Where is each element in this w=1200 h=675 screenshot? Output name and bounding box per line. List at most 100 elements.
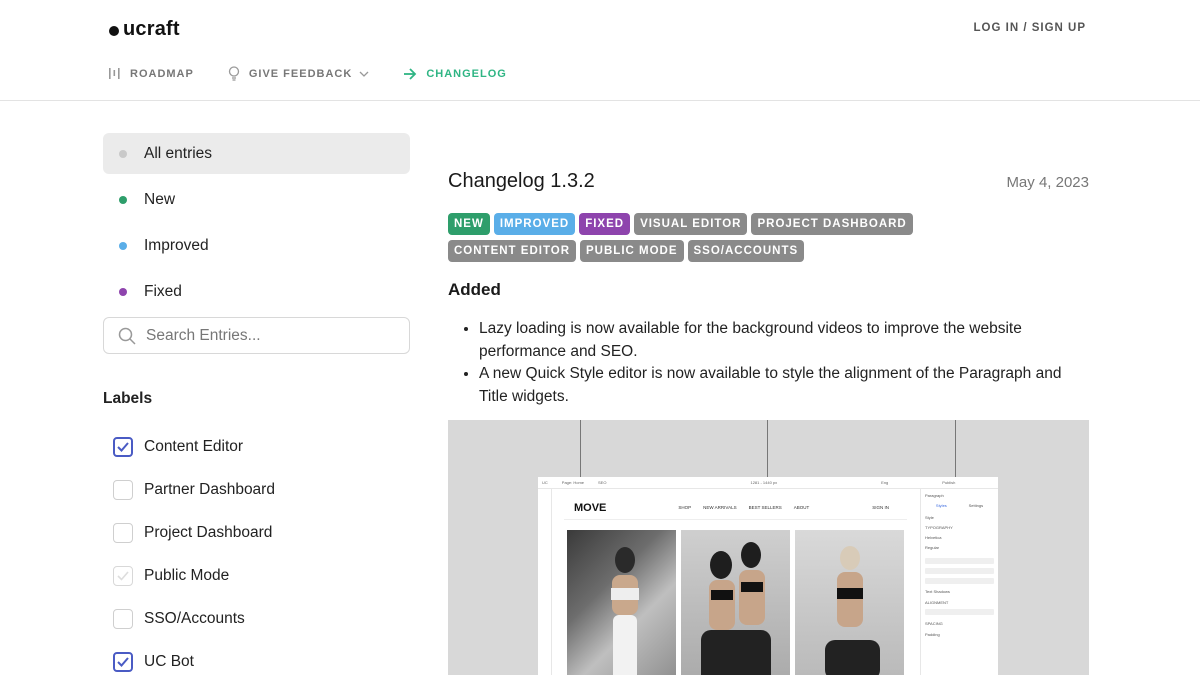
checkbox-unchecked[interactable]	[113, 522, 133, 543]
checkbox-unchecked[interactable]	[113, 479, 133, 500]
arrow-right-icon	[404, 67, 417, 80]
tag-project-dashboard: PROJECT DASHBOARD	[751, 213, 913, 235]
entry-date: May 4, 2023	[1006, 174, 1089, 191]
filter-label: All entries	[144, 144, 213, 162]
checkmark-hover-icon	[117, 570, 129, 581]
panel-tab: Styles	[935, 503, 947, 508]
label-text: SSO/Accounts	[144, 609, 245, 627]
ucraft-logo[interactable]: ucraft	[109, 18, 180, 41]
logo-text: ucraft	[123, 18, 180, 40]
filter-dot-icon	[119, 195, 127, 204]
login-signup-link[interactable]: LOG IN / SIGN UP	[974, 22, 1086, 34]
top-header: ucraft LOG IN / SIGN UP ROADMAP GIVE FEE…	[0, 0, 1200, 101]
editor-left-toolbar	[538, 489, 552, 675]
tag-sso-accounts: SSO/ACCOUNTS	[687, 240, 805, 262]
site-nav-item: ABOUT	[793, 505, 810, 510]
changelog-entry: Changelog 1.3.2 May 4, 2023 NEW IMPROVED…	[448, 170, 1089, 675]
tag-public-mode: PUBLIC MODE	[580, 240, 684, 262]
panel-tab: Settings	[968, 503, 984, 508]
preview-image: UC Page: Home SEO 1281 - 1440 px Eng Pub…	[448, 420, 1089, 675]
site-nav: SHOP NEW ARRIVALS BEST SELLERS ABOUT	[678, 505, 821, 510]
label-content-editor[interactable]: Content Editor	[103, 425, 410, 468]
bullet-item: A new Quick Style editor is now availabl…	[479, 363, 1089, 408]
product-photo	[681, 530, 790, 675]
label-text: Partner Dashboard	[144, 480, 275, 498]
site-nav-item: SHOP	[678, 505, 692, 510]
nav-give-feedback[interactable]: GIVE FEEDBACK	[228, 66, 369, 81]
search-input[interactable]	[146, 326, 386, 345]
lightbulb-icon	[228, 66, 239, 81]
hanger-line	[767, 420, 768, 477]
panel-row: Style	[925, 515, 934, 520]
label-partner-dashboard[interactable]: Partner Dashboard	[103, 468, 410, 511]
filter-label: New	[144, 190, 176, 208]
entry-title[interactable]: Changelog 1.3.2	[448, 170, 595, 193]
panel-row: SPACING	[925, 621, 943, 626]
section-heading: Added	[448, 280, 501, 299]
product-photo	[567, 530, 676, 675]
product-photo	[795, 530, 904, 675]
label-text: UC Bot	[144, 652, 194, 670]
hanger-line	[955, 420, 956, 477]
tag-content-editor: CONTENT EDITOR	[448, 240, 577, 262]
site-nav-item: BEST SELLERS	[748, 505, 782, 510]
search-box[interactable]	[103, 317, 410, 354]
topbar-item: UC	[542, 480, 548, 485]
panel-slider	[925, 558, 994, 564]
label-project-dashboard[interactable]: Project Dashboard	[103, 511, 410, 554]
filter-improved[interactable]: Improved	[103, 225, 410, 266]
label-text: Public Mode	[144, 566, 230, 584]
site-brand: MOVE	[574, 501, 607, 514]
nav-changelog[interactable]: CHANGELOG	[403, 68, 507, 80]
filter-new[interactable]: New	[103, 179, 410, 220]
checkmark-icon	[117, 441, 129, 452]
filter-dot-icon	[119, 149, 127, 158]
label-text: Content Editor	[144, 437, 244, 455]
search-icon	[118, 327, 136, 345]
nav-roadmap-label: ROADMAP	[130, 67, 194, 80]
panel-row: Helvetica	[925, 535, 942, 540]
filter-dot-icon	[119, 287, 127, 296]
tag-improved: IMPROVED	[493, 213, 576, 235]
label-uc-bot[interactable]: UC Bot	[103, 640, 410, 675]
bullet-item: Lazy loading is now available for the ba…	[479, 318, 1089, 363]
filter-label: Improved	[144, 236, 209, 254]
panel-row: ALIGNMENT	[925, 600, 949, 605]
tag-visual-editor: VISUAL EDITOR	[634, 213, 748, 235]
topbar-item: Publish	[942, 480, 956, 485]
label-text: Project Dashboard	[144, 523, 273, 541]
nav-roadmap[interactable]: ROADMAP	[108, 67, 194, 80]
panel-row: Text Shadows	[925, 589, 950, 594]
label-public-mode[interactable]: Public Mode	[103, 554, 410, 597]
logo-dot-icon	[109, 26, 119, 36]
panel-bar	[925, 568, 994, 574]
filter-label: Fixed	[144, 282, 182, 300]
panel-title: Paragraph	[925, 493, 944, 498]
roadmap-icon	[109, 68, 120, 79]
website-canvas: MOVE SHOP NEW ARRIVALS BEST SELLERS ABOU…	[564, 496, 907, 675]
filter-fixed[interactable]: Fixed	[103, 271, 410, 312]
topbar-item: SEO	[598, 480, 607, 485]
tag-list: NEW IMPROVED FIXED VISUAL EDITOR PROJECT…	[448, 213, 1048, 267]
label-sso-accounts[interactable]: SSO/Accounts	[103, 597, 410, 640]
editor-mockup: UC Page: Home SEO 1281 - 1440 px Eng Pub…	[538, 477, 998, 675]
checkbox-checked[interactable]	[113, 651, 133, 672]
editor-topbar: UC Page: Home SEO 1281 - 1440 px Eng Pub…	[538, 477, 998, 489]
checkbox-unchecked[interactable]	[113, 565, 133, 586]
main-nav: ROADMAP GIVE FEEDBACK CHANGELOG	[108, 66, 541, 81]
site-nav-item: NEW ARRIVALS	[703, 505, 737, 510]
nav-feedback-label: GIVE FEEDBACK	[248, 67, 353, 80]
site-header: MOVE SHOP NEW ARRIVALS BEST SELLERS ABOU…	[564, 496, 907, 520]
chevron-down-icon	[359, 71, 369, 77]
hanger-line	[580, 420, 581, 477]
checkbox-checked[interactable]	[113, 436, 133, 457]
panel-row: Regular	[925, 545, 940, 550]
site-sign-in: SIGN IN	[872, 505, 889, 510]
topbar-item: 1281 - 1440 px	[750, 480, 778, 485]
editor-style-panel: Paragraph Styles Settings Style TYPOGRAP…	[920, 489, 998, 675]
checkbox-unchecked[interactable]	[113, 608, 133, 629]
panel-row: Padding	[925, 632, 940, 637]
tag-fixed: FIXED	[579, 213, 631, 235]
labels-heading: Labels	[103, 390, 153, 407]
filter-all-entries[interactable]: All entries	[103, 133, 410, 174]
